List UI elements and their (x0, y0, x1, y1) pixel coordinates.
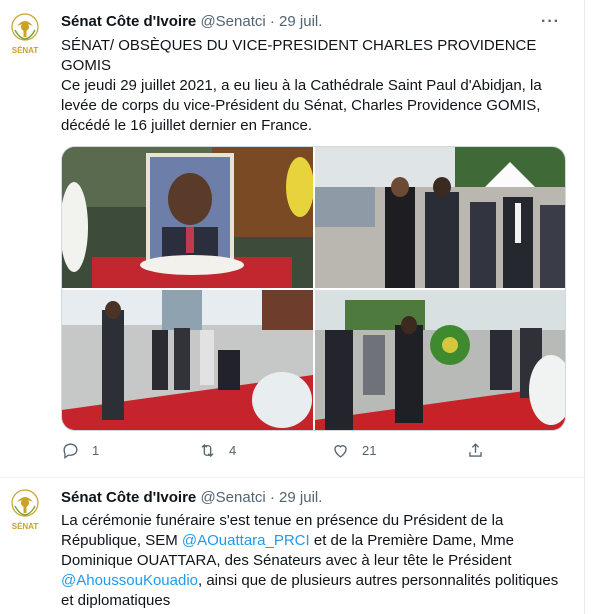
author-name[interactable]: Sénat Côte d'Ivoire (61, 489, 196, 506)
tweet-header: Sénat Côte d'Ivoire @Senatci · 29 juil. (61, 13, 322, 30)
like-count: 21 (362, 443, 377, 458)
tweet-title: SÉNAT/ OBSÈQUES DU VICE-PRESIDENT CHARLE… (61, 37, 537, 74)
like-icon (334, 445, 347, 458)
more-icon[interactable]: ··· (541, 13, 560, 31)
share-icon (469, 443, 482, 457)
reply-icon (63, 443, 78, 459)
photo-procession[interactable] (62, 290, 313, 430)
tweet-2[interactable]: SÉNAT Sénat Côte d'Ivoire @Senatci · 29 … (0, 478, 584, 614)
tweet-1[interactable]: SÉNAT Sénat Côte d'Ivoire @Senatci · 29 … (0, 0, 584, 478)
media-grid[interactable] (61, 146, 566, 431)
author-handle[interactable]: @Senatci (200, 13, 265, 30)
photo-bowing[interactable] (315, 290, 565, 430)
tweet-text: Ce jeudi 29 juillet 2021, a eu lieu à la… (61, 77, 542, 134)
separator: · (269, 13, 275, 30)
separator: · (269, 489, 275, 506)
avatar[interactable]: SÉNAT (9, 12, 41, 58)
author-name[interactable]: Sénat Côte d'Ivoire (61, 13, 196, 30)
tweet-text: La cérémonie funéraire s'est tenue en pr… (61, 511, 561, 611)
timeline-border (584, 0, 596, 614)
reply-button[interactable]: 1 (61, 441, 99, 460)
photo-officials[interactable] (315, 147, 565, 288)
mention-link[interactable]: @AhoussouKouadio (61, 572, 198, 589)
mention-link[interactable]: @AOuattara_PRCI (182, 532, 310, 549)
avatar[interactable]: SÉNAT (9, 488, 41, 534)
retweet-button[interactable]: 4 (198, 441, 236, 460)
retweet-icon (201, 444, 214, 457)
like-button[interactable]: 21 (331, 441, 376, 460)
author-handle[interactable]: @Senatci (200, 489, 265, 506)
tweet-header: Sénat Côte d'Ivoire @Senatci · 29 juil. (61, 489, 322, 506)
photo-portrait-casket[interactable] (62, 147, 313, 288)
reply-count: 1 (92, 443, 100, 458)
avatar-label: SÉNAT (11, 522, 39, 531)
tweet-date[interactable]: 29 juil. (279, 489, 322, 506)
tweet-actions: 1 4 21 (61, 441, 501, 465)
tweet-date[interactable]: 29 juil. (279, 13, 322, 30)
avatar-label: SÉNAT (11, 46, 39, 55)
share-button[interactable] (466, 441, 485, 460)
retweet-count: 4 (229, 443, 237, 458)
